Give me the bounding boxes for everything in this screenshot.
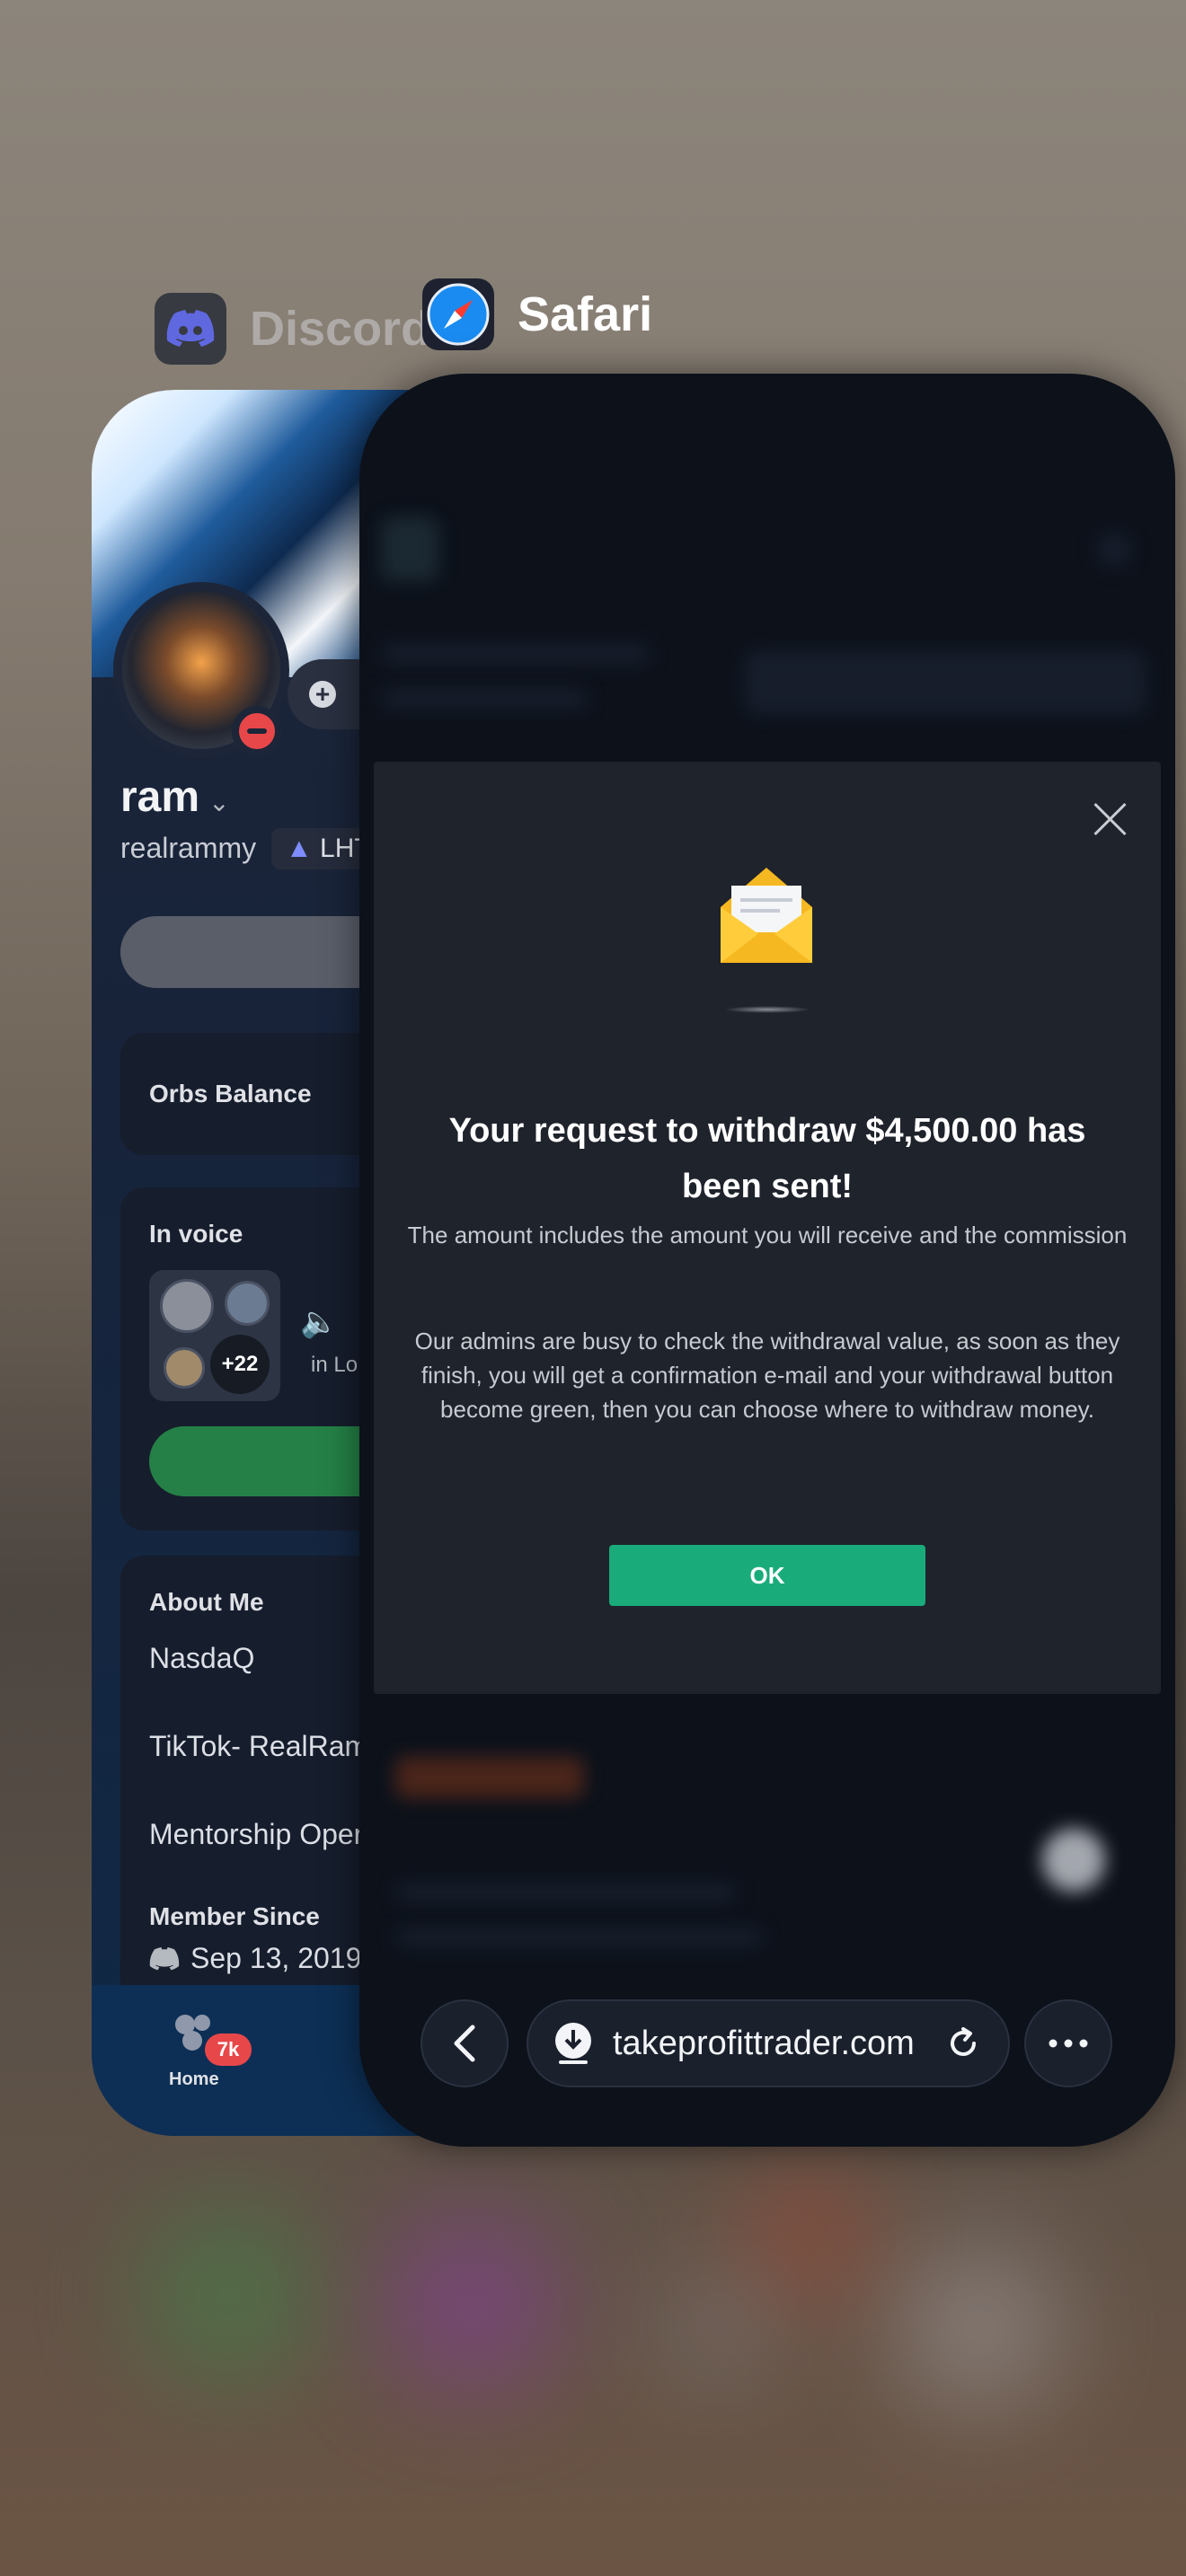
ellipsis-icon — [1049, 2039, 1088, 2048]
page-heading-blurred — [395, 1757, 584, 1798]
page-avatar-blurred — [1042, 1829, 1105, 1892]
discord-app-label[interactable]: Discord — [155, 293, 430, 365]
blurred-app-icon — [898, 2245, 1060, 2407]
blurred-app-icon — [665, 2272, 773, 2380]
page-text-blurred — [395, 1928, 764, 1947]
voice-member-avatar — [164, 1347, 205, 1389]
safari-app-name: Safari — [518, 287, 653, 341]
envelope-icon — [721, 868, 812, 963]
about-me-line: TikTok- RealRam — [149, 1730, 369, 1762]
safari-app-card[interactable]: Your request to withdraw $4,500.00 has b… — [359, 374, 1175, 2147]
download-icon — [555, 2023, 591, 2064]
member-since-date: Sep 13, 2019 — [190, 1942, 362, 1974]
more-options-button[interactable] — [1024, 1999, 1112, 2087]
discord-logo-icon — [149, 1946, 180, 1970]
voice-member-avatar — [160, 1279, 214, 1333]
voice-channel-avatars[interactable]: +22 — [149, 1270, 280, 1401]
page-button-blurred — [746, 652, 1145, 713]
chevron-left-icon — [454, 2025, 475, 2062]
about-me-line: Mentorship Oper — [149, 1818, 364, 1850]
orbs-balance-label: Orbs Balance — [149, 1080, 312, 1107]
member-since-label: Member Since — [149, 1902, 320, 1930]
discord-app-name: Discord — [250, 302, 431, 356]
reload-icon[interactable] — [945, 2025, 981, 2061]
nav-home-label: Home — [169, 2069, 219, 2089]
address-bar[interactable]: takeprofittrader.com — [527, 1999, 1010, 2087]
safari-toolbar: takeprofittrader.com — [359, 1992, 1175, 2147]
ok-button[interactable]: OK — [609, 1545, 925, 1606]
notification-badge: 7k — [205, 2033, 252, 2066]
member-since-row: Sep 13, 2019 — [149, 1942, 361, 1975]
back-button[interactable] — [420, 1999, 509, 2087]
plus-icon: + — [309, 681, 336, 708]
do-not-disturb-status-icon — [232, 706, 282, 756]
page-text-blurred — [381, 688, 588, 710]
about-me-line: NasdaQ — [149, 1642, 255, 1674]
safari-icon — [422, 278, 494, 350]
page-text-blurred — [395, 1883, 737, 1902]
in-voice-label: In voice — [149, 1220, 243, 1248]
blurred-app-icon — [746, 2174, 872, 2299]
display-name-text: ram — [120, 773, 200, 821]
about-me-label: About Me — [149, 1588, 264, 1616]
voice-extra-count: +22 — [210, 1335, 270, 1394]
discord-icon — [155, 293, 226, 365]
speaker-icon: 🔈 — [300, 1305, 339, 1339]
chevron-down-icon: ⌄ — [208, 789, 230, 816]
page-text-blurred — [381, 643, 651, 665]
safari-app-label[interactable]: Safari — [422, 278, 652, 350]
voice-member-avatar — [225, 1281, 270, 1326]
menu-icon-blurred — [1096, 532, 1132, 568]
username: realrammy — [120, 832, 257, 864]
close-icon[interactable] — [1093, 801, 1128, 837]
voice-location: in Lo — [311, 1353, 358, 1377]
blurred-app-icon — [386, 2219, 557, 2389]
url-text: takeprofittrader.com — [613, 2024, 915, 2062]
modal-paragraph: The amount includes the amount you will … — [407, 1222, 1128, 1248]
blurred-app-icon — [144, 2210, 314, 2380]
flame-icon: ▲ — [286, 834, 313, 863]
modal-title: Your request to withdraw $4,500.00 has b… — [448, 1112, 1086, 1205]
site-logo-blurred — [381, 517, 438, 580]
display-name[interactable]: ram ⌄ — [120, 772, 230, 822]
withdraw-confirmation-modal: Your request to withdraw $4,500.00 has b… — [374, 762, 1161, 1694]
nav-home-tab[interactable]: 7k Home — [164, 2003, 271, 2093]
modal-paragraph: Our admins are busy to check the withdra… — [414, 1328, 1120, 1423]
envelope-shadow — [724, 1006, 810, 1013]
